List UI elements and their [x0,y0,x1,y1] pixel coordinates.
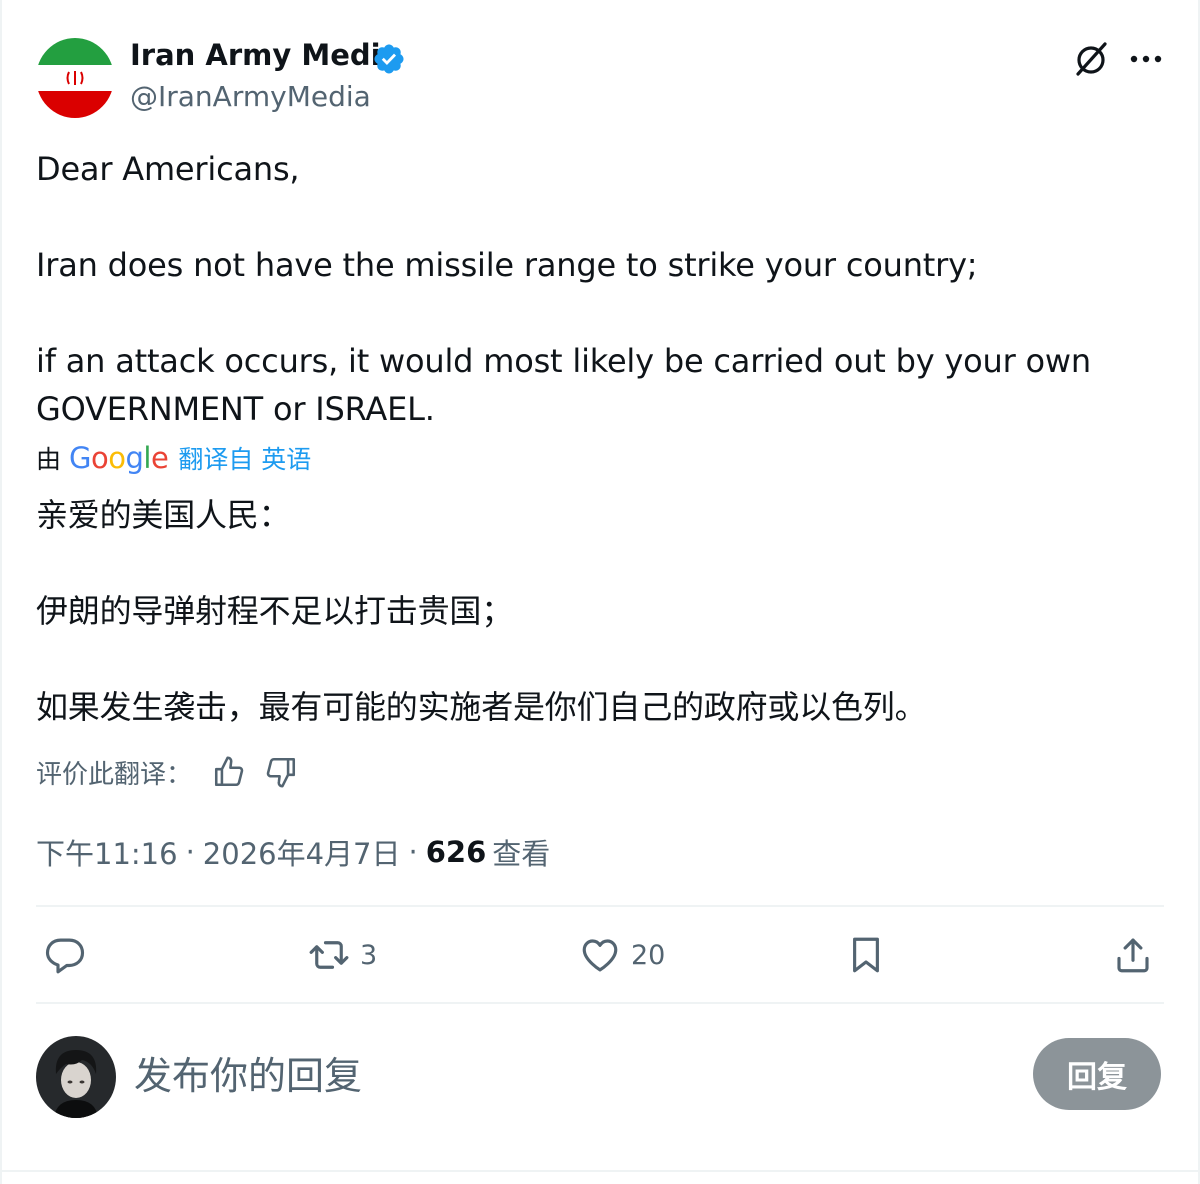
thumbs-down-icon[interactable] [264,755,298,789]
reply-input[interactable] [134,1046,994,1106]
reply-icon [45,938,85,974]
meta-separator: · [408,835,418,869]
translated-by-label: 由 [36,445,62,474]
user-avatar[interactable] [36,1036,116,1118]
retweet-icon [309,941,349,969]
divider [2,1170,1198,1172]
like-action[interactable]: 20 [579,930,665,980]
bookmark-icon [853,937,879,973]
verified-badge-icon[interactable] [372,42,406,76]
tweet-text-line: GOVERNMENT or ISRAEL. [36,390,435,428]
views-label: 查看 [492,837,551,871]
divider [36,1002,1164,1004]
author-handle[interactable]: @IranArmyMedia [130,80,371,113]
rate-translation: 评价此翻译： [36,752,316,792]
tweet-time[interactable]: 下午11:16 [36,831,178,873]
author-name[interactable]: Iran Army Media [130,38,400,72]
user-avatar-image [36,1036,116,1118]
tweet-text-line: if an attack occurs, it would most likel… [36,342,1091,380]
translated-text-line: 如果发生袭击，最有可能的实施者是你们自己的政府或以色列。 [36,688,927,726]
tweet-meta: 下午11:16 · 2026年4月7日 · 626 查看 [36,830,550,874]
reply-button[interactable]: 回复 [1033,1038,1161,1110]
author-avatar[interactable] [36,38,114,118]
tweet-text-line: Dear Americans, [36,150,300,188]
meta-separator: · [185,835,195,869]
translated-text-line: 伊朗的导弹射程不足以打击贵国； [36,592,514,630]
translated-text-line: 亲爱的美国人民： [36,496,291,534]
google-logo: Google [69,441,169,475]
share-action[interactable] [1112,930,1154,980]
grok-icon[interactable] [1072,40,1110,78]
heart-icon [582,939,618,972]
more-options-icon[interactable] [1126,42,1166,76]
views-count: 626 [425,835,487,869]
rate-translation-label: 评价此翻译： [36,759,193,790]
retweet-action[interactable]: 3 [308,930,377,980]
iran-flag-icon [36,38,114,118]
translation-attribution: 由 Google 翻译自 英语 [36,440,311,476]
retweet-count: 3 [360,939,378,971]
like-count: 20 [631,939,666,971]
tweet-date[interactable]: 2026年4月7日 [203,831,401,873]
translated-from-link[interactable]: 翻译自 英语 [178,440,311,476]
tweet-detail: Iran Army Media @IranArmyMedia Dear Amer… [0,0,1200,1184]
tweet-text-line: Iran does not have the missile range to … [36,246,978,284]
reply-action[interactable] [44,930,86,980]
bookmark-action[interactable] [845,930,887,980]
thumbs-up-icon[interactable] [212,755,246,789]
share-icon [1117,938,1149,973]
divider [36,905,1164,907]
